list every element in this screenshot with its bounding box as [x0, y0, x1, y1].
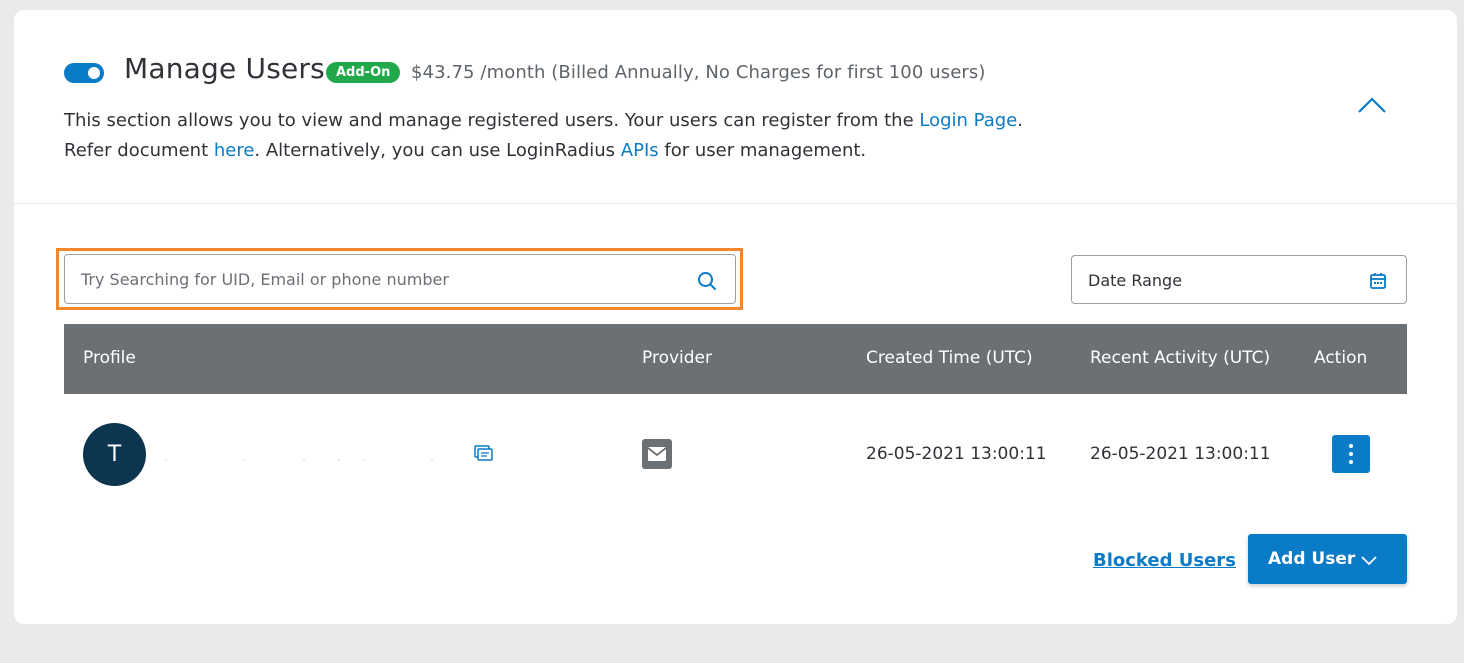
price-text: $43.75 /month (Billed Annually, No Charg…	[411, 62, 986, 83]
login-page-link[interactable]: Login Page	[919, 110, 1017, 131]
table-row[interactable]: T 26-05-2021 13:00:11 26-05-2021 13:00:1…	[64, 394, 1407, 514]
created-time: 26-05-2021 13:00:11	[866, 444, 1047, 464]
docs-here-link[interactable]: here	[214, 140, 255, 161]
section-divider	[14, 203, 1457, 204]
recent-activity: 26-05-2021 13:00:11	[1090, 444, 1271, 464]
blocked-users-link[interactable]: Blocked Users	[1093, 550, 1236, 571]
manage-users-toggle[interactable]	[64, 63, 104, 83]
toggle-knob	[88, 67, 100, 79]
add-on-badge: Add-On	[326, 62, 401, 83]
column-header-profile: Profile	[83, 348, 136, 368]
description-text: This section allows you to view and mana…	[64, 110, 920, 131]
page-title: Manage Users	[124, 52, 325, 85]
manage-users-card: Manage Users Add-On $43.75 /month (Bille…	[14, 10, 1457, 624]
column-header-provider: Provider	[642, 348, 712, 368]
collapse-chevron-up-icon[interactable]	[1356, 94, 1388, 116]
description-text: . Alternatively, you can use LoginRadius	[254, 140, 621, 161]
apis-link[interactable]: APIs	[621, 140, 659, 161]
column-header-recent: Recent Activity (UTC)	[1090, 348, 1271, 368]
date-range-label: Date Range	[1088, 271, 1183, 290]
search-box[interactable]	[64, 254, 736, 304]
search-icon[interactable]	[697, 271, 717, 291]
copy-uid-icon[interactable]	[474, 445, 494, 463]
avatar: T	[83, 423, 146, 486]
column-header-action: Action	[1314, 348, 1368, 368]
email-icon	[642, 439, 672, 469]
table-header: Profile Provider Created Time (UTC) Rece…	[64, 324, 1407, 394]
column-header-created: Created Time (UTC)	[866, 348, 1033, 368]
section-description: This section allows you to view and mana…	[64, 106, 1064, 166]
description-text: for user management.	[658, 140, 867, 161]
redacted-user-info	[165, 459, 433, 461]
date-range-picker[interactable]: Date Range	[1071, 255, 1407, 304]
calendar-icon	[1369, 272, 1387, 290]
row-action-menu-button[interactable]	[1332, 435, 1370, 473]
add-user-label: Add User	[1268, 549, 1356, 569]
add-user-button[interactable]: Add User	[1248, 534, 1407, 584]
chevron-down-icon	[1360, 552, 1378, 566]
search-input[interactable]	[81, 255, 681, 303]
